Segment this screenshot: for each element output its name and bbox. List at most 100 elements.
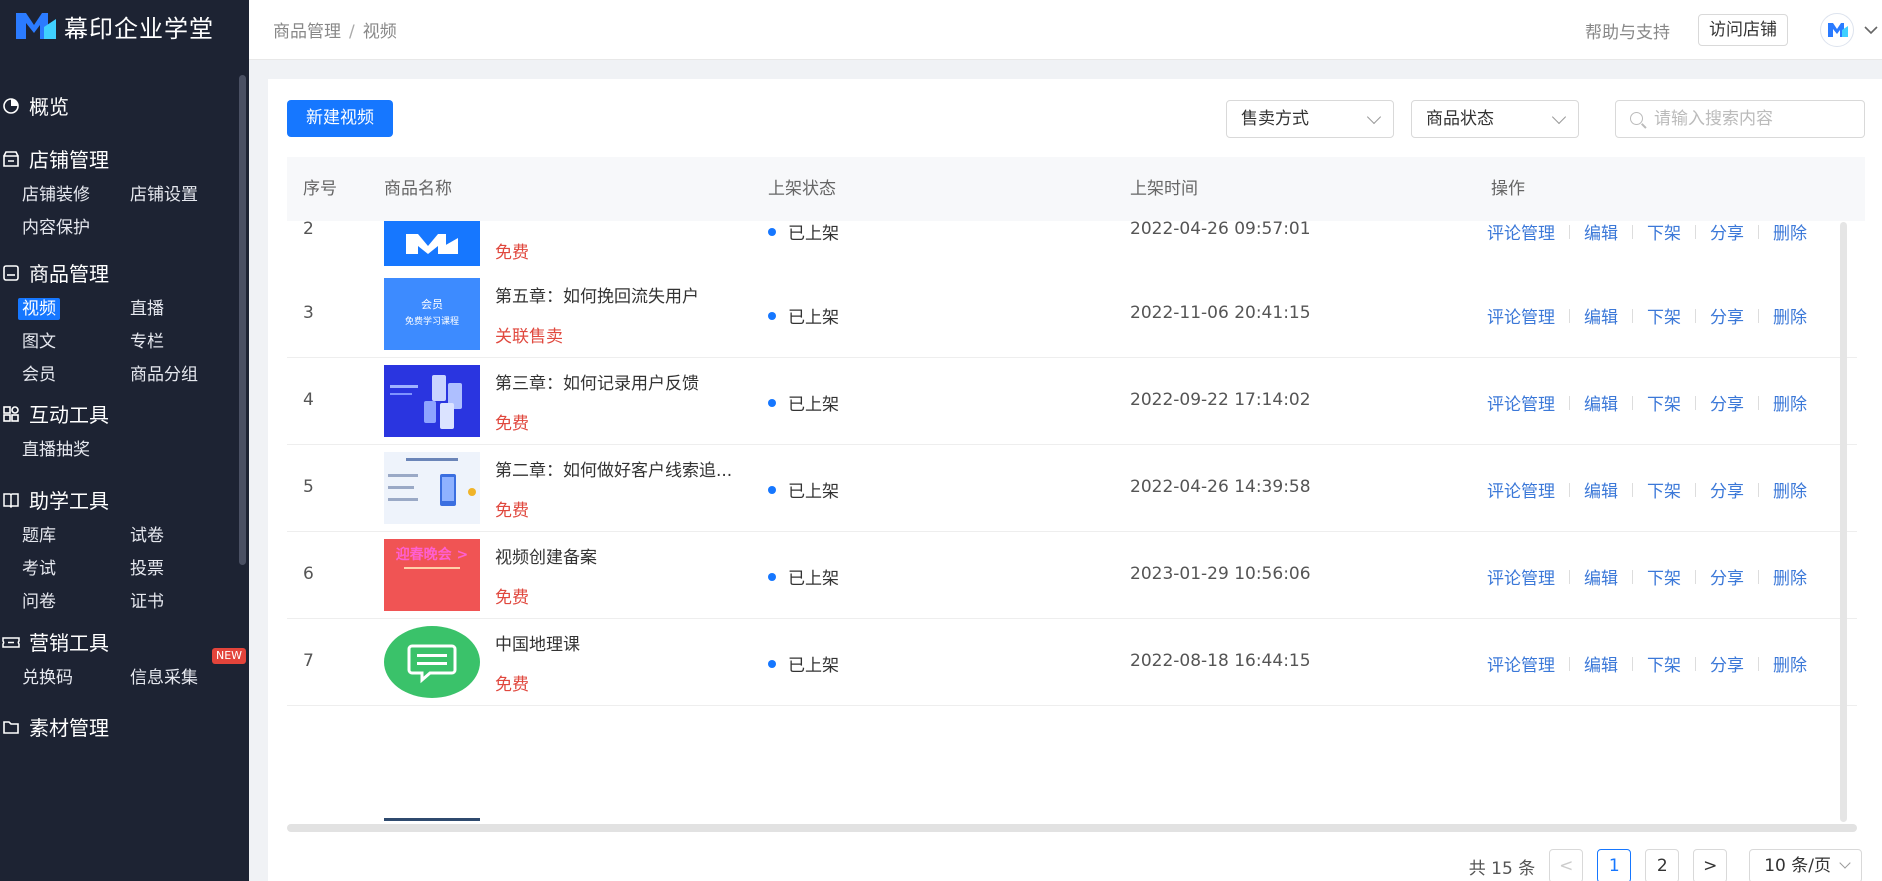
sidebar-item[interactable]: 问卷 (22, 586, 130, 619)
table-row: 4 第三章：如何记录用户反馈 免费 已上架 2022-09-22 17:14:02 评论管… (287, 358, 1857, 445)
edit-button[interactable]: 编辑 (1584, 303, 1618, 328)
sidebar-item[interactable]: 直播抽奖 (22, 434, 130, 467)
breadcrumb-item-product[interactable]: 商品管理 (273, 22, 341, 42)
sidebar-group-title[interactable]: 助学工具 (0, 482, 249, 516)
unlist-button[interactable]: 下架 (1647, 477, 1681, 502)
share-button[interactable]: 分享 (1710, 303, 1744, 328)
sidebar-item[interactable]: 兑换码 (22, 662, 130, 695)
edit-button[interactable]: 编辑 (1584, 390, 1618, 415)
product-thumbnail[interactable] (384, 452, 480, 524)
sidebar-group-title[interactable]: 店铺管理 (0, 141, 249, 175)
action-divider (1632, 395, 1633, 410)
listing-status: 已上架 (768, 221, 839, 244)
share-button[interactable]: 分享 (1710, 390, 1744, 415)
delete-button[interactable]: 删除 (1773, 477, 1807, 502)
product-thumbnail[interactable]: 会员 免费学习课程 (384, 278, 480, 350)
unlist-button[interactable]: 下架 (1647, 303, 1681, 328)
product-thumbnail[interactable]: 迎春晚会 > (384, 539, 480, 611)
action-divider (1758, 656, 1759, 671)
table-vertical-scrollbar[interactable] (1840, 222, 1847, 822)
action-divider (1569, 395, 1570, 410)
horizontal-scrollbar[interactable] (287, 824, 1857, 832)
share-button[interactable]: 分享 (1710, 651, 1744, 676)
sidebar-item[interactable]: 题库 (22, 520, 130, 553)
status-dot-icon (768, 398, 776, 407)
comments-button[interactable]: 评论管理 (1487, 651, 1555, 676)
page-button-1[interactable]: 1 (1597, 849, 1632, 881)
unlist-button[interactable]: 下架 (1647, 221, 1681, 244)
breadcrumb-item-video: 视频 (362, 22, 397, 42)
unlist-button[interactable]: 下架 (1647, 390, 1681, 415)
sidebar-item[interactable]: 内容保护 (22, 212, 130, 245)
chevron-down-icon[interactable] (1860, 13, 1882, 47)
sidebar-item[interactable]: 图文 (22, 326, 130, 359)
sidebar-item[interactable]: 店铺装修 (22, 179, 130, 212)
sidebar-item[interactable]: 证书 (130, 586, 238, 619)
listing-time: 2022-04-26 09:57:01 (1130, 221, 1311, 239)
sidebar-group-title[interactable]: 概览 (0, 88, 249, 122)
product-thumbnail[interactable] (384, 626, 480, 698)
delete-button[interactable]: 删除 (1773, 390, 1807, 415)
edit-button[interactable]: 编辑 (1584, 221, 1618, 244)
sidebar-item[interactable]: 投票 (130, 553, 238, 586)
share-button[interactable]: 分享 (1710, 477, 1744, 502)
sidebar-group-title[interactable]: 商品管理 (0, 255, 249, 289)
next-page-button[interactable]: > (1693, 849, 1728, 881)
product-price-type: 免费 (495, 414, 529, 434)
unlist-button[interactable]: 下架 (1647, 651, 1681, 676)
sidebar-item[interactable]: 试卷 (130, 520, 238, 553)
product-name[interactable]: 视频创建备案 (495, 543, 597, 568)
product-name[interactable]: 第二章：如何做好客户线索追... (495, 456, 732, 481)
product-name[interactable]: 第五章：如何挽回流失用户 (495, 282, 699, 307)
action-divider (1695, 569, 1696, 584)
prev-page-button[interactable]: < (1549, 849, 1584, 881)
product-name[interactable]: 第三章：如何记录用户反馈 (495, 369, 699, 394)
sidebar-item[interactable]: 会员 (22, 359, 130, 392)
page-size-select[interactable]: 10 条/页 (1749, 849, 1862, 881)
action-divider (1758, 308, 1759, 323)
sidebar-item[interactable]: 考试 (22, 553, 130, 586)
delete-button[interactable]: 删除 (1773, 221, 1807, 244)
product-thumbnail[interactable] (384, 221, 480, 266)
product-status-select[interactable]: 商品状态 (1411, 100, 1579, 138)
comments-button[interactable]: 评论管理 (1487, 303, 1555, 328)
avatar[interactable] (1820, 13, 1854, 47)
product-thumbnail[interactable] (384, 365, 480, 437)
unlist-button[interactable]: 下架 (1647, 564, 1681, 589)
edit-button[interactable]: 编辑 (1584, 477, 1618, 502)
new-video-button[interactable]: 新建视频 (287, 100, 393, 137)
sidebar-group-title[interactable]: 互动工具 (0, 396, 249, 430)
delete-button[interactable]: 删除 (1773, 303, 1807, 328)
sidebar: 幕印企业学堂 概览店铺管理店铺装修 店铺设置 内容保护商品管理视频 直播 图文 专栏 会员商… (0, 0, 249, 881)
edit-button[interactable]: 编辑 (1584, 651, 1618, 676)
product-name[interactable]: 中国地理课 (495, 630, 580, 655)
sidebar-group: 助学工具题库 试卷 考试 投票 问卷 证书 (0, 482, 249, 619)
comments-button[interactable]: 评论管理 (1487, 221, 1555, 244)
share-button[interactable]: 分享 (1710, 564, 1744, 589)
listing-status: 已上架 (768, 390, 839, 415)
column-header-time: 上架时间 (1130, 179, 1198, 199)
sidebar-item[interactable]: 商品分组 (130, 359, 238, 392)
visit-store-button[interactable]: 访问店铺 (1698, 14, 1788, 46)
status-dot-icon (768, 659, 776, 668)
edit-button[interactable]: 编辑 (1584, 564, 1618, 589)
sidebar-item[interactable]: 信息采集 NEW (130, 648, 247, 695)
sidebar-item[interactable]: 直播 (130, 293, 238, 326)
delete-button[interactable]: 删除 (1773, 651, 1807, 676)
product-thumbnail[interactable] (384, 818, 480, 821)
sidebar-item[interactable]: 店铺设置 (130, 179, 238, 212)
sell-mode-select[interactable]: 售卖方式 (1226, 100, 1394, 138)
help-link[interactable]: 帮助与支持 (1585, 18, 1670, 43)
comments-button[interactable]: 评论管理 (1487, 390, 1555, 415)
comments-button[interactable]: 评论管理 (1487, 564, 1555, 589)
sidebar-item[interactable]: 专栏 (130, 326, 238, 359)
sidebar-group: 素材管理 (0, 709, 249, 743)
comments-button[interactable]: 评论管理 (1487, 477, 1555, 502)
share-button[interactable]: 分享 (1710, 221, 1744, 244)
sidebar-group-title[interactable]: 素材管理 (0, 709, 249, 743)
delete-button[interactable]: 删除 (1773, 564, 1807, 589)
page-button-2[interactable]: 2 (1645, 849, 1680, 881)
logo[interactable]: 幕印企业学堂 (0, 0, 249, 52)
search-input[interactable]: 请输入搜索内容 (1615, 100, 1865, 138)
sidebar-item[interactable]: 视频 (18, 293, 130, 326)
